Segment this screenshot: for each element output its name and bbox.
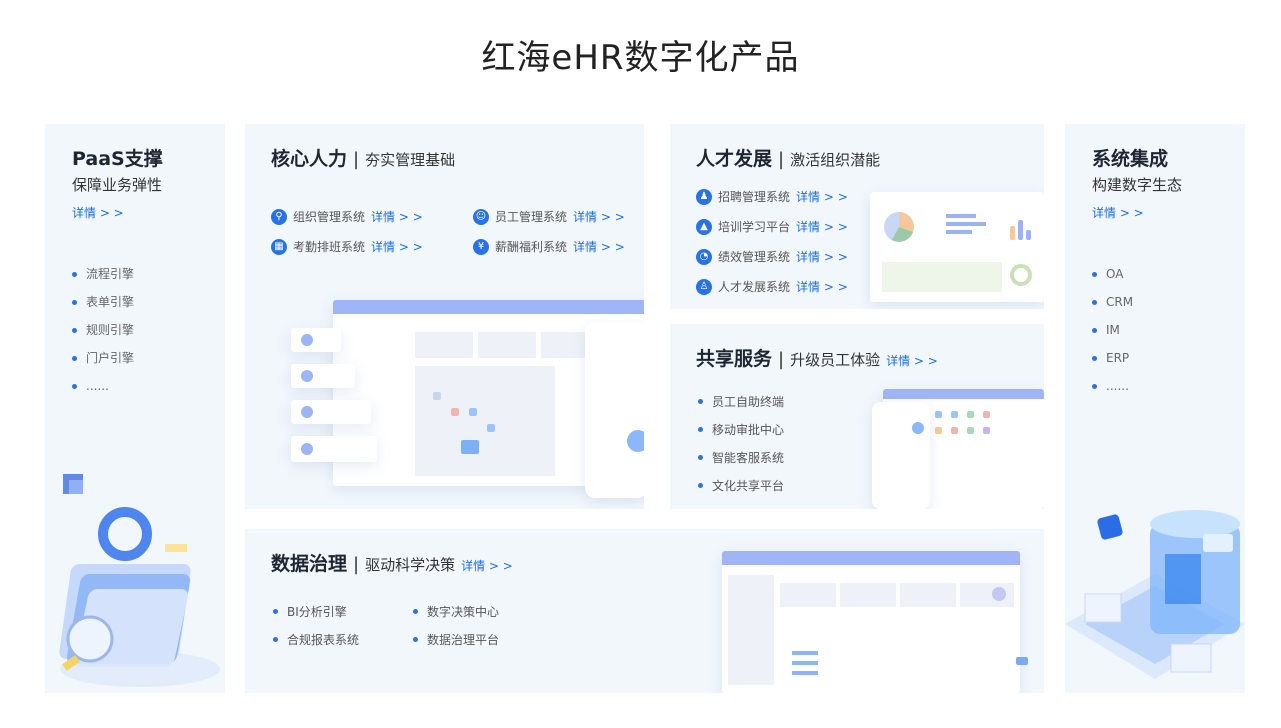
list-item: BI分析引擎 [273, 603, 347, 620]
core-system-payroll: ¥ 薪酬福利系统 详情 > > [473, 238, 625, 255]
core-hr-card: 核心人力 | 夯实管理基础 ⚲ 组织管理系统 详情 > > ☺ 员工管理系统 详情 … [245, 124, 644, 509]
talent-system-recruit: ♟ 招聘管理系统 详情 > > [696, 188, 848, 205]
list-item: 规则引擎 [72, 320, 134, 348]
employee-detail-link[interactable]: 详情 > > [573, 208, 625, 225]
paas-card: PaaS支撑 保障业务弹性 详情 > > 流程引擎 表单引擎 规则引擎 门户引擎… [45, 124, 225, 693]
list-item: 表单引擎 [72, 292, 134, 320]
recruit-icon: ♟ [696, 188, 712, 205]
pie-chart-graphic [884, 212, 914, 242]
server-cube-illustration [1065, 510, 1245, 679]
list-item: 合规报表系统 [273, 631, 359, 648]
paas-detail-link[interactable]: 详情 > > [72, 204, 124, 221]
person-growth-icon: ♙ [696, 278, 712, 295]
core-header: 核心人力 | 夯实管理基础 [271, 144, 455, 171]
core-float-chip [291, 436, 377, 462]
integration-card: 系统集成 构建数字生态 详情 > > OA CRM IM ERP ...... [1065, 124, 1245, 693]
integration-detail-link[interactable]: 详情 > > [1092, 204, 1144, 221]
list-item: 文化共享平台 [698, 477, 784, 494]
core-system-employee: ☺ 员工管理系统 详情 > > [473, 208, 625, 225]
data-governance-card: 数据治理 | 驱动科学决策 详情 > > BI分析引擎 数字决策中心 合规报表系统 数… [245, 529, 1044, 693]
attendance-detail-link[interactable]: 详情 > > [371, 238, 423, 255]
talent-subtitle: 激活组织潜能 [790, 151, 881, 169]
shared-separator: | [778, 349, 785, 370]
development-detail-link[interactable]: 详情 > > [796, 278, 848, 295]
core-phone-mockup [585, 322, 644, 498]
talent-title: 人才发展 [696, 148, 773, 170]
system-label: 组织管理系统 [293, 210, 366, 224]
data-title: 数据治理 [271, 553, 348, 575]
list-item: ...... [72, 376, 134, 404]
talent-system-training: ▲ 培训学习平台 详情 > > [696, 218, 848, 235]
pie-chart-icon: ◔ [696, 248, 712, 265]
shared-title: 共享服务 [696, 348, 773, 370]
paas-subtitle: 保障业务弹性 [72, 176, 163, 194]
user-icon: ☺ [473, 208, 489, 225]
list-item: ERP [1092, 348, 1133, 376]
list-item: OA [1092, 264, 1133, 292]
talent-dashboard-mockup [870, 192, 1044, 302]
yen-coin-icon: ¥ [473, 238, 489, 255]
graduation-cap-icon: ▲ [696, 218, 712, 235]
payroll-detail-link[interactable]: 详情 > > [573, 238, 625, 255]
list-item: IM [1092, 320, 1133, 348]
calendar-icon: ▦ [271, 238, 287, 255]
org-chart-icon: ⚲ [271, 208, 287, 225]
talent-system-performance: ◔ 绩效管理系统 详情 > > [696, 248, 848, 265]
core-title: 核心人力 [271, 148, 348, 170]
core-system-org: ⚲ 组织管理系统 详情 > > [271, 208, 423, 225]
list-item: 门户引擎 [72, 348, 134, 376]
performance-detail-link[interactable]: 详情 > > [796, 248, 848, 265]
core-float-chip [291, 328, 341, 352]
page-title: 红海eHR数字化产品 [481, 38, 800, 78]
core-subtitle: 夯实管理基础 [365, 151, 456, 169]
system-label: 招聘管理系统 [718, 190, 791, 204]
core-system-attendance: ▦ 考勤排班系统 详情 > > [271, 238, 423, 255]
org-detail-link[interactable]: 详情 > > [371, 208, 423, 225]
talent-card: 人才发展 | 激活组织潜能 ♟ 招聘管理系统 详情 > > ▲ 培训学习平台 详情 … [670, 124, 1044, 309]
integration-list: OA CRM IM ERP ...... [1092, 264, 1133, 404]
shared-card: 共享服务 | 升级员工体验 详情 > > 员工自助终端 移动审批中心 智能客服系统 文… [670, 324, 1044, 509]
system-label: 考勤排班系统 [293, 240, 366, 254]
talent-separator: | [778, 149, 785, 170]
core-float-chip [291, 364, 355, 388]
data-subtitle: 驱动科学决策 [365, 556, 456, 574]
training-detail-link[interactable]: 详情 > > [796, 218, 848, 235]
core-float-chip [291, 400, 371, 424]
shared-subtitle: 升级员工体验 [790, 351, 881, 369]
list-item: 数字决策中心 [413, 603, 499, 620]
recruit-detail-link[interactable]: 详情 > > [796, 188, 848, 205]
system-label: 绩效管理系统 [718, 250, 791, 264]
integration-title: 系统集成 [1092, 148, 1169, 170]
paas-list: 流程引擎 表单引擎 规则引擎 门户引擎 ...... [72, 264, 134, 404]
list-item: 员工自助终端 [698, 393, 784, 410]
talent-system-development: ♙ 人才发展系统 详情 > > [696, 278, 848, 295]
talent-header: 人才发展 | 激活组织潜能 [696, 144, 880, 171]
shared-header: 共享服务 | 升级员工体验 详情 > > [696, 344, 938, 371]
data-header: 数据治理 | 驱动科学决策 详情 > > [271, 549, 513, 576]
shared-phone-mockup [872, 402, 930, 509]
list-item: 移动审批中心 [698, 421, 784, 438]
system-label: 人才发展系统 [718, 280, 791, 294]
system-label: 员工管理系统 [495, 210, 568, 224]
paas-title: PaaS支撑 [72, 148, 163, 170]
core-separator: | [353, 149, 360, 170]
list-item: 流程引擎 [72, 264, 134, 292]
system-label: 薪酬福利系统 [495, 240, 568, 254]
shared-detail-link[interactable]: 详情 > > [886, 354, 938, 368]
list-item: CRM [1092, 292, 1133, 320]
folder-illustration [59, 474, 220, 687]
data-dashboard-mockup [722, 551, 1028, 693]
integration-subtitle: 构建数字生态 [1092, 176, 1183, 194]
system-label: 培训学习平台 [718, 220, 791, 234]
data-separator: | [353, 554, 360, 575]
list-item: 数据治理平台 [413, 631, 499, 648]
list-item: 智能客服系统 [698, 449, 784, 466]
list-item: ...... [1092, 376, 1133, 404]
data-detail-link[interactable]: 详情 > > [461, 559, 513, 573]
